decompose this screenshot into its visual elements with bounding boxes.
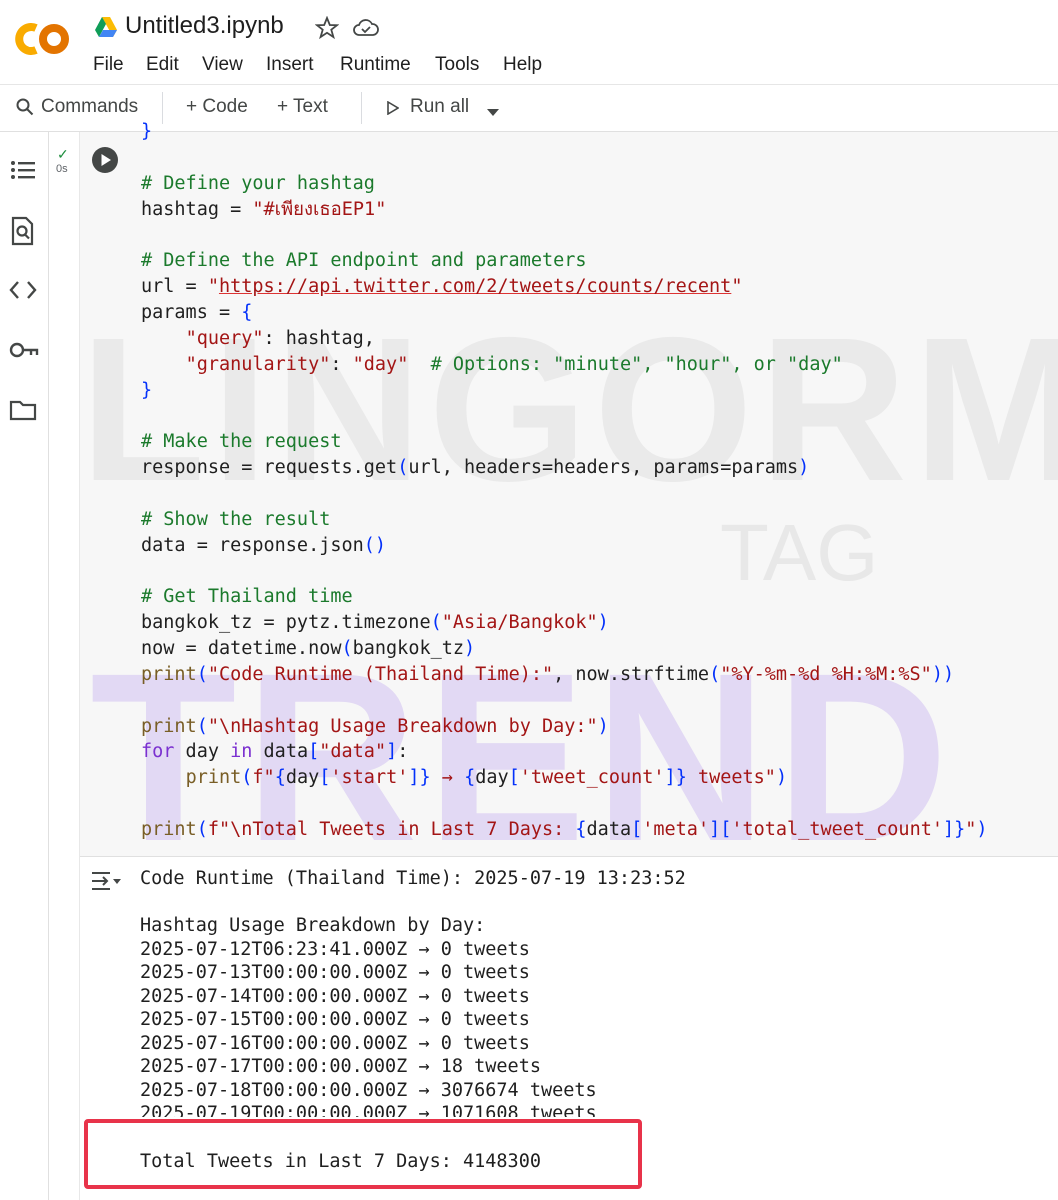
code-line: # Make the request [141, 431, 342, 453]
menu-edit[interactable]: Edit [146, 54, 179, 76]
code-line: bangkok_tz = pytz.timezone("Asia/Bangkok… [141, 612, 609, 634]
code-line: } [141, 121, 153, 142]
cloud-saved-icon[interactable] [352, 16, 380, 45]
notebook-title[interactable]: Untitled3.ipynb [125, 12, 284, 40]
commands-button[interactable]: Commands [41, 96, 138, 118]
check-icon: ✓ [57, 146, 69, 162]
menu-insert[interactable]: Insert [266, 54, 314, 76]
output-row: 2025-07-13T00:00:00.000Z → 0 tweets [140, 962, 530, 983]
output-row: 2025-07-17T00:00:00.000Z → 18 tweets [140, 1056, 541, 1077]
code-line: } [141, 379, 153, 401]
output-row: 2025-07-18T00:00:00.000Z → 3076674 tweet… [140, 1080, 597, 1101]
code-line: print(f"{day['start']} → {day['tweet_cou… [185, 767, 788, 789]
google-drive-icon[interactable] [94, 16, 118, 43]
output-row: 2025-07-14T00:00:00.000Z → 0 tweets [140, 986, 530, 1007]
code-line: for day in data["data"]: [141, 741, 409, 763]
search-icon [16, 98, 34, 121]
colab-logo[interactable] [12, 18, 72, 65]
output-row: 2025-07-19T00:00:00.000Z → 1071608 tweet… [140, 1103, 597, 1117]
run-all-button[interactable]: Run all [410, 96, 469, 118]
highlight-annotation-box [84, 1119, 642, 1189]
code-line: data = response.json() [141, 534, 387, 556]
code-line: # Define your hashtag [141, 172, 375, 194]
code-snippets-icon[interactable] [9, 278, 37, 307]
table-of-contents-icon[interactable] [9, 158, 37, 187]
code-line: "query": hashtag, [185, 327, 375, 349]
add-text-button[interactable]: + Text [277, 96, 328, 118]
output-breakdown-title: Hashtag Usage Breakdown by Day: [140, 915, 486, 936]
code-line: print(f"\nTotal Tweets in Last 7 Days: {… [141, 818, 988, 840]
toolbar [0, 85, 1058, 131]
code-line: hashtag = "#เพียงเธอEP1" [141, 198, 387, 220]
output-row: 2025-07-16T00:00:00.000Z → 0 tweets [140, 1033, 530, 1054]
code-line: response = requests.get(url, headers=hea… [141, 457, 810, 479]
code-line: print("\nHashtag Usage Breakdown by Day:… [141, 715, 609, 737]
code-line: # Define the API endpoint and parameters [141, 250, 587, 272]
output-actions-icon[interactable] [90, 868, 122, 899]
code-line: now = datetime.now(bangkok_tz) [141, 638, 476, 659]
execution-time: 0s [56, 163, 68, 175]
menu-tools[interactable]: Tools [435, 54, 479, 76]
play-outline-icon [387, 100, 400, 120]
code-line: params = { [141, 301, 253, 323]
output-runtime-line: Code Runtime (Thailand Time): 2025-07-19… [140, 868, 686, 889]
output-row: 2025-07-15T00:00:00.000Z → 0 tweets [140, 1009, 530, 1030]
toolbar-separator [361, 92, 362, 124]
secrets-key-icon[interactable] [9, 340, 39, 365]
run-cell-button[interactable] [91, 146, 119, 179]
menu-file[interactable]: File [93, 54, 124, 76]
toolbar-separator [162, 92, 163, 124]
find-replace-icon[interactable] [9, 216, 37, 251]
cell-gutter [49, 132, 80, 1200]
files-folder-icon[interactable] [9, 398, 37, 427]
add-code-button[interactable]: + Code [186, 96, 248, 118]
code-line: # Show the result [141, 508, 331, 530]
output-row: 2025-07-12T06:23:41.000Z → 0 tweets [140, 939, 530, 960]
code-line: "granularity": "day" # Options: "minute"… [185, 353, 843, 375]
code-line: # Get Thailand time [141, 586, 353, 608]
code-line: url = "https://api.twitter.com/2/tweets/… [141, 276, 743, 298]
star-icon[interactable] [314, 15, 340, 45]
menu-runtime[interactable]: Runtime [340, 54, 411, 76]
chevron-down-icon[interactable] [486, 104, 500, 122]
code-line: print("Code Runtime (Thailand Time):", n… [141, 663, 955, 685]
menu-view[interactable]: View [202, 54, 243, 76]
menu-help[interactable]: Help [503, 54, 542, 76]
